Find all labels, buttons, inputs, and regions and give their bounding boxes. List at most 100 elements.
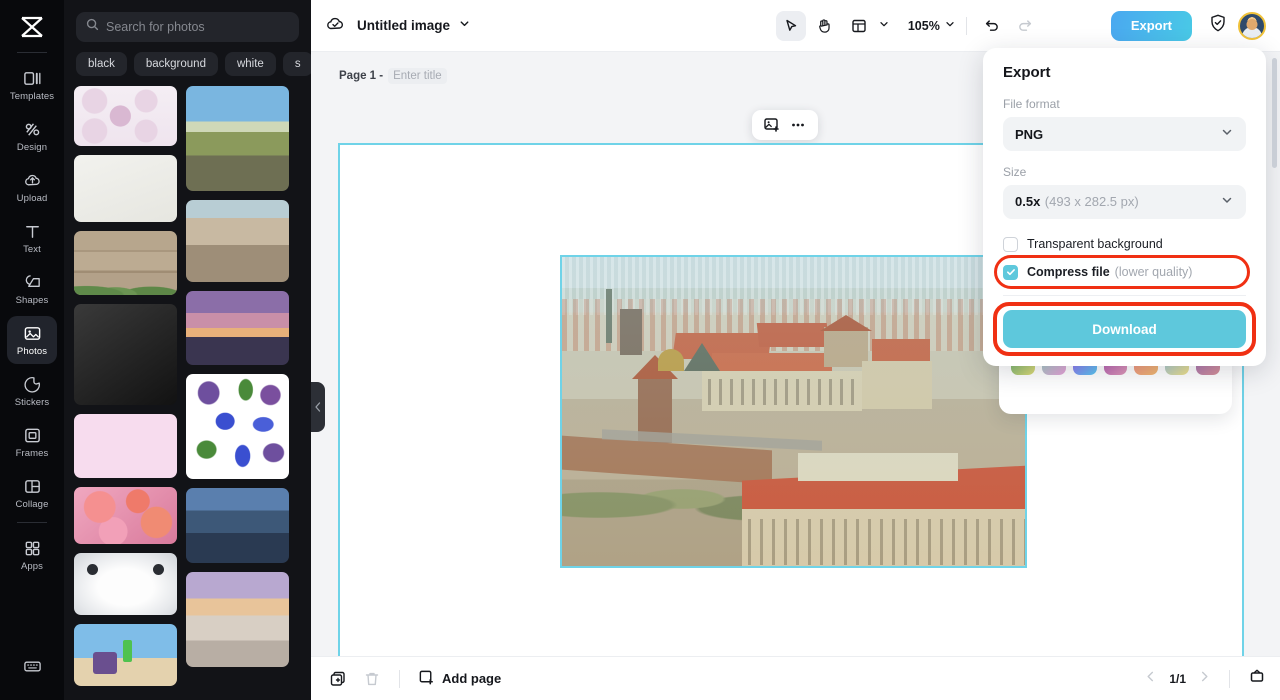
- download-button[interactable]: Download: [1003, 310, 1246, 348]
- photo-grid: [64, 86, 311, 686]
- file-format-value: PNG: [1015, 127, 1043, 142]
- page-title-input[interactable]: Enter title: [388, 68, 447, 84]
- sidebar-item-label: Apps: [21, 562, 43, 572]
- studio-lights-thumb[interactable]: [74, 553, 177, 615]
- zoom-level[interactable]: 105%: [908, 19, 940, 33]
- night-city-thumb[interactable]: [186, 488, 289, 563]
- rail-divider-2: [17, 522, 47, 523]
- sidebar-item-templates[interactable]: Templates: [7, 61, 57, 109]
- file-format-select[interactable]: PNG: [1003, 117, 1246, 151]
- file-format-label: File format: [1003, 97, 1246, 111]
- seascape-sunset-thumb[interactable]: [186, 572, 289, 667]
- add-page-button[interactable]: Add page: [418, 669, 501, 689]
- compress-file-row[interactable]: Compress file (lower quality): [1003, 261, 1246, 283]
- layout-tool-button[interactable]: [844, 11, 874, 41]
- sidebar-item-label: Collage: [16, 500, 49, 510]
- size-label: Size: [1003, 165, 1246, 179]
- mountain-sunrise-thumb[interactable]: [186, 86, 289, 191]
- panel-collapse-handle[interactable]: [311, 382, 325, 432]
- main-area: Untitled image 105%: [311, 0, 1280, 700]
- next-page-button[interactable]: [1198, 670, 1211, 688]
- size-value: 0.5x: [1015, 194, 1040, 209]
- compress-file-checkbox[interactable]: [1003, 265, 1018, 280]
- transparent-background-row[interactable]: Transparent background: [1003, 233, 1246, 255]
- apps-grid-icon: [22, 539, 42, 559]
- sidebar-item-stickers[interactable]: Stickers: [7, 367, 57, 415]
- canvas-image-wawel-castle[interactable]: [560, 255, 1027, 568]
- trash-icon[interactable]: [359, 666, 385, 692]
- sidebar-item-label: Design: [17, 143, 47, 153]
- export-button[interactable]: Export: [1111, 11, 1192, 41]
- floral-pattern-thumb[interactable]: [74, 86, 177, 146]
- beetle-pattern-thumb[interactable]: [186, 374, 289, 479]
- chevron-down-icon[interactable]: [458, 17, 471, 35]
- paper-texture-thumb[interactable]: [74, 155, 177, 222]
- duplicate-page-icon[interactable]: [325, 666, 351, 692]
- sidebar-item-label: Upload: [17, 194, 48, 204]
- capcut-editor-window: Templates Design Upload Text Shapes: [0, 0, 1280, 700]
- prev-page-button[interactable]: [1144, 670, 1157, 688]
- undo-button[interactable]: [977, 11, 1007, 41]
- shield-check-icon[interactable]: [1208, 13, 1228, 38]
- sidebar-item-label: Frames: [16, 449, 49, 459]
- sidebar-item-upload[interactable]: Upload: [7, 163, 57, 211]
- sidebar-item-apps[interactable]: Apps: [7, 531, 57, 579]
- tag-chip-background[interactable]: background: [134, 52, 218, 76]
- export-panel: Export File format PNG Size 0.5x (493 x …: [983, 48, 1266, 366]
- chevron-down-icon: [1220, 125, 1234, 144]
- panel-scrollbar[interactable]: [1272, 58, 1277, 168]
- select-tool-button[interactable]: [776, 11, 806, 41]
- search-input[interactable]: Search for photos: [76, 12, 299, 42]
- add-image-icon[interactable]: [761, 114, 783, 136]
- more-horizontal-icon[interactable]: [787, 114, 809, 136]
- capcut-logo-icon[interactable]: [12, 10, 52, 44]
- add-page-label: Add page: [442, 671, 501, 686]
- sidebar-item-collage[interactable]: Collage: [7, 469, 57, 517]
- page-label: Page 1 - Enter title: [339, 68, 447, 84]
- sidebar-item-label: Stickers: [15, 398, 50, 408]
- tag-chip-white[interactable]: white: [225, 52, 276, 76]
- sidebar-item-label: Photos: [17, 347, 47, 357]
- size-detail: (493 x 282.5 px): [1045, 194, 1139, 209]
- sidebar-item-frames[interactable]: Frames: [7, 418, 57, 466]
- chevron-down-icon: [1220, 193, 1234, 212]
- sidebar-item-shapes[interactable]: Shapes: [7, 265, 57, 313]
- frames-icon: [22, 426, 42, 446]
- sunset-clouds-thumb[interactable]: [186, 291, 289, 365]
- avatar[interactable]: [1238, 12, 1266, 40]
- sidebar-item-text[interactable]: Text: [7, 214, 57, 262]
- photo-grid-column-right: [186, 86, 289, 686]
- shapes-icon: [22, 273, 42, 293]
- tag-chip-partial[interactable]: s: [283, 52, 311, 76]
- pager-divider: [1229, 670, 1230, 688]
- bottom-toolbar: Add page 1/1: [311, 656, 1280, 700]
- sidebar-item-photos[interactable]: Photos: [7, 316, 57, 364]
- wood-plank-thumb[interactable]: [74, 231, 177, 296]
- layout-chevron-down-icon[interactable]: [878, 17, 890, 35]
- page-grid-icon[interactable]: [1248, 667, 1266, 690]
- export-panel-title: Export: [1003, 64, 1246, 81]
- tool-group: 105%: [776, 11, 1041, 41]
- size-select[interactable]: 0.5x (493 x 282.5 px): [1003, 185, 1246, 219]
- zoom-chevron-down-icon[interactable]: [944, 17, 956, 35]
- hand-tool-button[interactable]: [810, 11, 840, 41]
- gift-boxes-thumb[interactable]: [74, 487, 177, 544]
- page-indicator: 1/1: [1169, 672, 1186, 686]
- tag-chip-black[interactable]: black: [76, 52, 127, 76]
- keyboard-icon: [22, 656, 42, 676]
- keyboard-shortcuts-button[interactable]: [7, 642, 57, 690]
- sidebar-item-label: Templates: [10, 92, 54, 102]
- checkmark-icon: [1006, 267, 1016, 277]
- sidebar-item-design[interactable]: Design: [7, 112, 57, 160]
- city-aerial-thumb[interactable]: [186, 200, 289, 282]
- sticker-icon: [22, 375, 42, 395]
- top-toolbar: Untitled image 105%: [311, 0, 1280, 52]
- document-title[interactable]: Untitled image: [357, 18, 450, 33]
- pink-pattern-thumb[interactable]: [74, 414, 177, 478]
- transparent-background-checkbox[interactable]: [1003, 237, 1018, 252]
- beach-toys-thumb[interactable]: [74, 624, 177, 686]
- black-texture-thumb[interactable]: [74, 304, 177, 404]
- sidebar-item-label: Shapes: [16, 296, 49, 306]
- redo-button[interactable]: [1011, 11, 1041, 41]
- canvas-float-toolbar: [752, 110, 818, 140]
